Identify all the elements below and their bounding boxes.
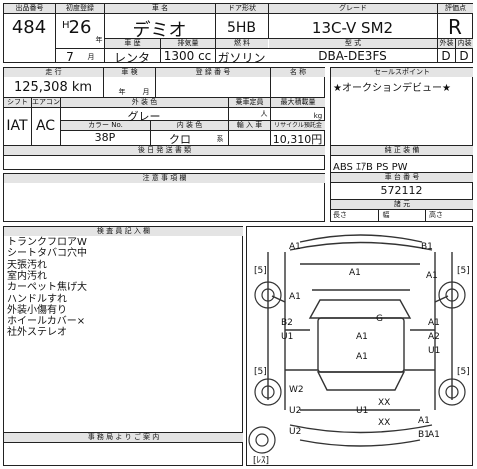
damage-mark: A1 [428, 430, 440, 440]
damage-mark: A1 [349, 268, 361, 278]
damage-mark: W2 [289, 385, 304, 395]
damage-mark: XX [378, 418, 391, 428]
damage-mark: U2 [289, 427, 302, 437]
damage-mark: A1 [356, 332, 368, 342]
damage-mark: G [376, 314, 383, 324]
damage-mark: A1 [289, 242, 301, 252]
damage-mark: U1 [281, 332, 294, 342]
damage-mark: [5] [457, 367, 470, 377]
car-outline [248, 234, 466, 454]
damage-mark: U2 [289, 406, 302, 416]
damage-mark: A1 [418, 416, 430, 426]
damage-mark: U1 [356, 406, 369, 416]
damage-mark: B1 [421, 242, 433, 252]
damage-mark: A1 [426, 271, 438, 281]
damage-mark: [5] [254, 266, 267, 276]
damage-mark: A2 [428, 332, 440, 342]
damage-mark: A1 [428, 318, 440, 328]
damage-mark: [5] [457, 266, 470, 276]
damage-mark: U1 [428, 346, 441, 356]
damage-mark: A1 [289, 292, 301, 302]
damage-mark: [ﾚｽ] [253, 456, 270, 466]
damage-mark: XX [378, 398, 391, 408]
damage-mark: B2 [281, 318, 293, 328]
damage-mark: A1 [356, 352, 368, 362]
damage-mark: [5] [254, 367, 267, 377]
